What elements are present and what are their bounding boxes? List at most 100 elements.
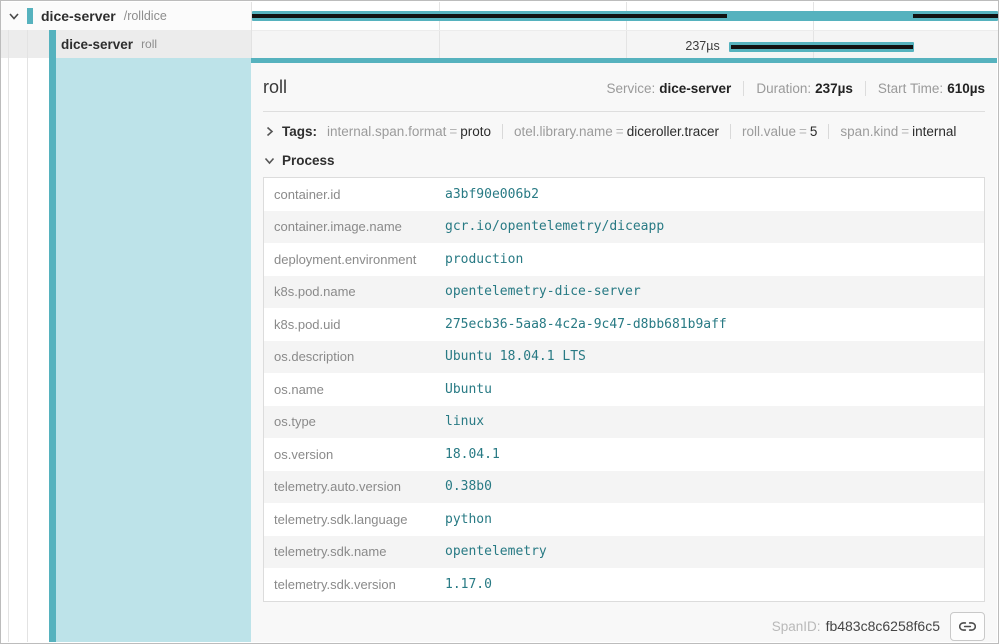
spanid-value: fb483c8c6258f6c5 (826, 618, 940, 634)
selected-span-color-bar (49, 30, 56, 642)
process-table-row: telemetry.sdk.version 1.17.0 (264, 568, 984, 601)
span-bar-roll[interactable] (729, 42, 915, 52)
operation-name: /rolldice (124, 9, 167, 23)
span-row-rolldice[interactable]: dice-server /rolldice (1, 2, 251, 30)
tag-item: span.kind=internal (828, 124, 967, 139)
process-key: deployment.environment (264, 252, 445, 267)
process-table-row: telemetry.sdk.language python (264, 503, 984, 536)
span-self-time-segment (731, 45, 913, 49)
tag-value: 5 (810, 124, 818, 139)
process-value: production (445, 252, 523, 267)
meta-service-label: Service: (606, 81, 655, 96)
span-title: roll (263, 77, 287, 98)
process-value: 0.38b0 (445, 479, 492, 494)
meta-start-time: Start Time: 610µs (865, 81, 985, 96)
process-key: os.name (264, 382, 445, 397)
process-key: telemetry.sdk.name (264, 544, 445, 559)
tag-equals: = (446, 124, 460, 139)
tag-item: internal.span.format=proto (323, 124, 502, 139)
process-table-row: container.image.name gcr.io/opentelemetr… (264, 211, 984, 244)
meta-service-value: dice-server (659, 81, 731, 96)
tag-list: internal.span.format=proto otel.library.… (323, 124, 967, 139)
tag-key: roll.value (742, 124, 796, 139)
process-table-row: telemetry.auto.version 0.38b0 (264, 471, 984, 504)
process-table-row: deployment.environment production (264, 243, 984, 276)
tag-equals: = (613, 124, 627, 139)
span-bar-rolldice[interactable] (252, 11, 998, 21)
collapse-chevron-icon[interactable] (7, 9, 21, 23)
meta-duration-value: 237µs (815, 81, 853, 96)
copy-span-link-button[interactable] (950, 612, 985, 641)
tags-label: Tags: (282, 124, 317, 139)
spanid-label: SpanID: (772, 619, 821, 634)
process-table-row: telemetry.sdk.name opentelemetry (264, 536, 984, 569)
timeline-row-divider (252, 30, 998, 31)
operation-name: roll (141, 37, 157, 51)
service-name: dice-server (61, 37, 133, 52)
process-table-row: k8s.pod.uid 275ecb36-5aa8-4c2a-9c47-d8bb… (264, 308, 984, 341)
meta-duration: Duration:237µs (743, 81, 865, 96)
span-detail-panel: roll Service: dice-server Duration:237µs … (251, 58, 997, 642)
process-table-row: os.description Ubuntu 18.04.1 LTS (264, 341, 984, 374)
process-accordion[interactable]: Process (263, 153, 985, 168)
process-table: container.id a3bf90e006b2 container.imag… (263, 177, 985, 602)
process-value: Ubuntu 18.04.1 LTS (445, 349, 586, 364)
process-value: opentelemetry (445, 544, 547, 559)
tag-key: internal.span.format (327, 124, 446, 139)
tags-accordion[interactable]: Tags: internal.span.format=proto otel.li… (263, 124, 985, 139)
span-row-roll[interactable]: dice-server roll (1, 30, 251, 58)
tag-equals: = (898, 124, 912, 139)
meta-start-label: Start Time: (878, 81, 943, 96)
process-table-row: os.name Ubuntu (264, 373, 984, 406)
process-key: telemetry.sdk.version (264, 577, 445, 592)
tag-equals: = (796, 124, 810, 139)
process-key: os.description (264, 349, 445, 364)
process-value: opentelemetry-dice-server (445, 284, 641, 299)
header-divider (263, 111, 985, 112)
process-value: 275ecb36-5aa8-4c2a-9c47-d8bb681b9aff (445, 317, 727, 332)
process-table-row: os.version 18.04.1 (264, 438, 984, 471)
service-color-chip (27, 8, 33, 24)
tag-value: diceroller.tracer (627, 124, 719, 139)
tag-value: internal (912, 124, 956, 139)
trace-detail-page: 237µs dice-server /rolldice dice-server … (0, 0, 999, 644)
tag-item: otel.library.name=diceroller.tracer (502, 124, 730, 139)
tag-key: span.kind (840, 124, 898, 139)
process-table-row: k8s.pod.name opentelemetry-dice-server (264, 276, 984, 309)
span-self-time-segment (252, 14, 727, 18)
chevron-down-icon (263, 154, 276, 167)
tree-indent-guide (27, 30, 28, 642)
process-key: telemetry.auto.version (264, 479, 445, 494)
process-value: linux (445, 414, 484, 429)
tag-key: otel.library.name (514, 124, 613, 139)
span-detail-footer: SpanID: fb483c8c6258f6c5 (263, 612, 985, 641)
process-key: container.id (264, 187, 445, 202)
process-label: Process (282, 153, 335, 168)
process-key: container.image.name (264, 219, 445, 234)
tag-item: roll.value=5 (730, 124, 828, 139)
span-detail-header: roll Service: dice-server Duration:237µs … (263, 63, 985, 98)
process-table-row: container.id a3bf90e006b2 (264, 178, 984, 211)
process-value: gcr.io/opentelemetry/diceapp (445, 219, 664, 234)
meta-service: Service: dice-server (606, 81, 743, 96)
span-duration-label: 237µs (685, 39, 719, 53)
trace-timeline: 237µs (251, 2, 998, 58)
process-key: os.version (264, 447, 445, 462)
process-key: k8s.pod.name (264, 284, 445, 299)
tag-value: proto (460, 124, 491, 139)
process-value: 1.17.0 (445, 577, 492, 592)
link-icon (959, 618, 976, 635)
service-name: dice-server (41, 8, 116, 24)
process-key: telemetry.sdk.language (264, 512, 445, 527)
process-value: a3bf90e006b2 (445, 187, 539, 202)
process-value: Ubuntu (445, 382, 492, 397)
tree-indent-guide (8, 30, 9, 642)
process-key: os.type (264, 414, 445, 429)
span-self-time-segment (913, 14, 998, 18)
chevron-right-icon (263, 125, 276, 138)
span-meta: Service: dice-server Duration:237µs Start… (606, 81, 985, 96)
process-value: python (445, 512, 492, 527)
process-table-row: os.type linux (264, 406, 984, 439)
meta-start-value: 610µs (947, 81, 985, 96)
selected-span-highlight (56, 58, 251, 642)
